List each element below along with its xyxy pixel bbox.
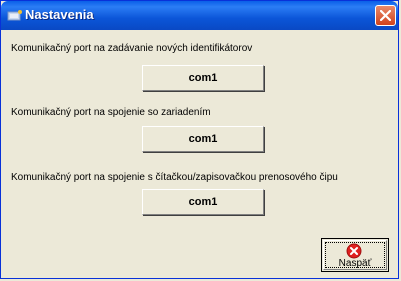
label-new-identifiers-port: Komunikačný port na zadávanie nových ide… [11,43,253,54]
red-x-icon [346,243,362,259]
back-button-label: Naspäť [338,258,372,269]
label-chip-reader-port: Komunikačný port na spojenie s čítačkou/… [11,172,338,183]
settings-app-icon [7,10,22,21]
settings-window: Nastavenia Komunikačný port na zadávanie… [0,0,399,279]
window-title: Nastavenia [25,7,94,22]
label-device-port: Komunikačný port na spojenie so zariaden… [11,107,211,118]
settings-content: Komunikačný port na zadávanie nových ide… [1,30,398,280]
chip-reader-port-button[interactable]: com1 [142,189,264,215]
close-button[interactable] [375,5,396,26]
back-button[interactable]: Naspäť [321,238,389,272]
device-port-button[interactable]: com1 [142,126,264,152]
new-identifiers-port-button[interactable]: com1 [142,65,264,91]
title-bar[interactable]: Nastavenia [1,1,398,30]
close-icon [380,10,391,21]
